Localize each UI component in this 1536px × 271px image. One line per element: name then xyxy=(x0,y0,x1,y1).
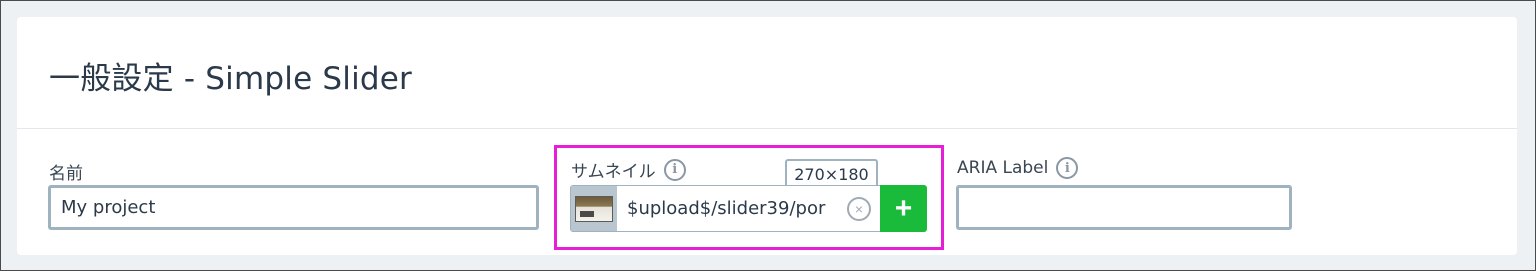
thumbnail-field[interactable]: $upload$/slider39/por × + xyxy=(570,185,927,232)
name-label: 名前 xyxy=(49,164,83,184)
plus-icon: + xyxy=(894,191,913,225)
name-input-value: My project xyxy=(61,197,156,218)
thumbnail-info-icon[interactable]: i xyxy=(663,158,686,181)
page-title: 一般設定 - Simple Slider xyxy=(49,61,412,97)
thumbnail-preview-image[interactable] xyxy=(571,186,617,231)
thumbnail-label: サムネイル xyxy=(571,162,656,182)
aria-label: ARIA Label xyxy=(957,158,1049,178)
add-thumbnail-button[interactable]: + xyxy=(880,185,927,232)
thumbnail-label-row: サムネイル i xyxy=(571,157,686,182)
aria-info-icon[interactable]: i xyxy=(1056,157,1079,179)
close-circle-icon[interactable]: × xyxy=(847,197,871,221)
aria-label-input[interactable] xyxy=(956,185,1292,230)
aria-label-row: ARIA Label i xyxy=(957,157,1079,179)
thumbnail-path-value[interactable]: $upload$/slider39/por xyxy=(627,186,837,231)
panel-header: 一般設定 - Simple Slider xyxy=(17,17,1517,129)
name-input[interactable]: My project xyxy=(48,185,539,230)
name-label-row: 名前 xyxy=(49,159,83,184)
thumbnail-size-badge: 270×180 xyxy=(785,159,878,187)
thumbnail-preview-picture xyxy=(575,195,613,222)
